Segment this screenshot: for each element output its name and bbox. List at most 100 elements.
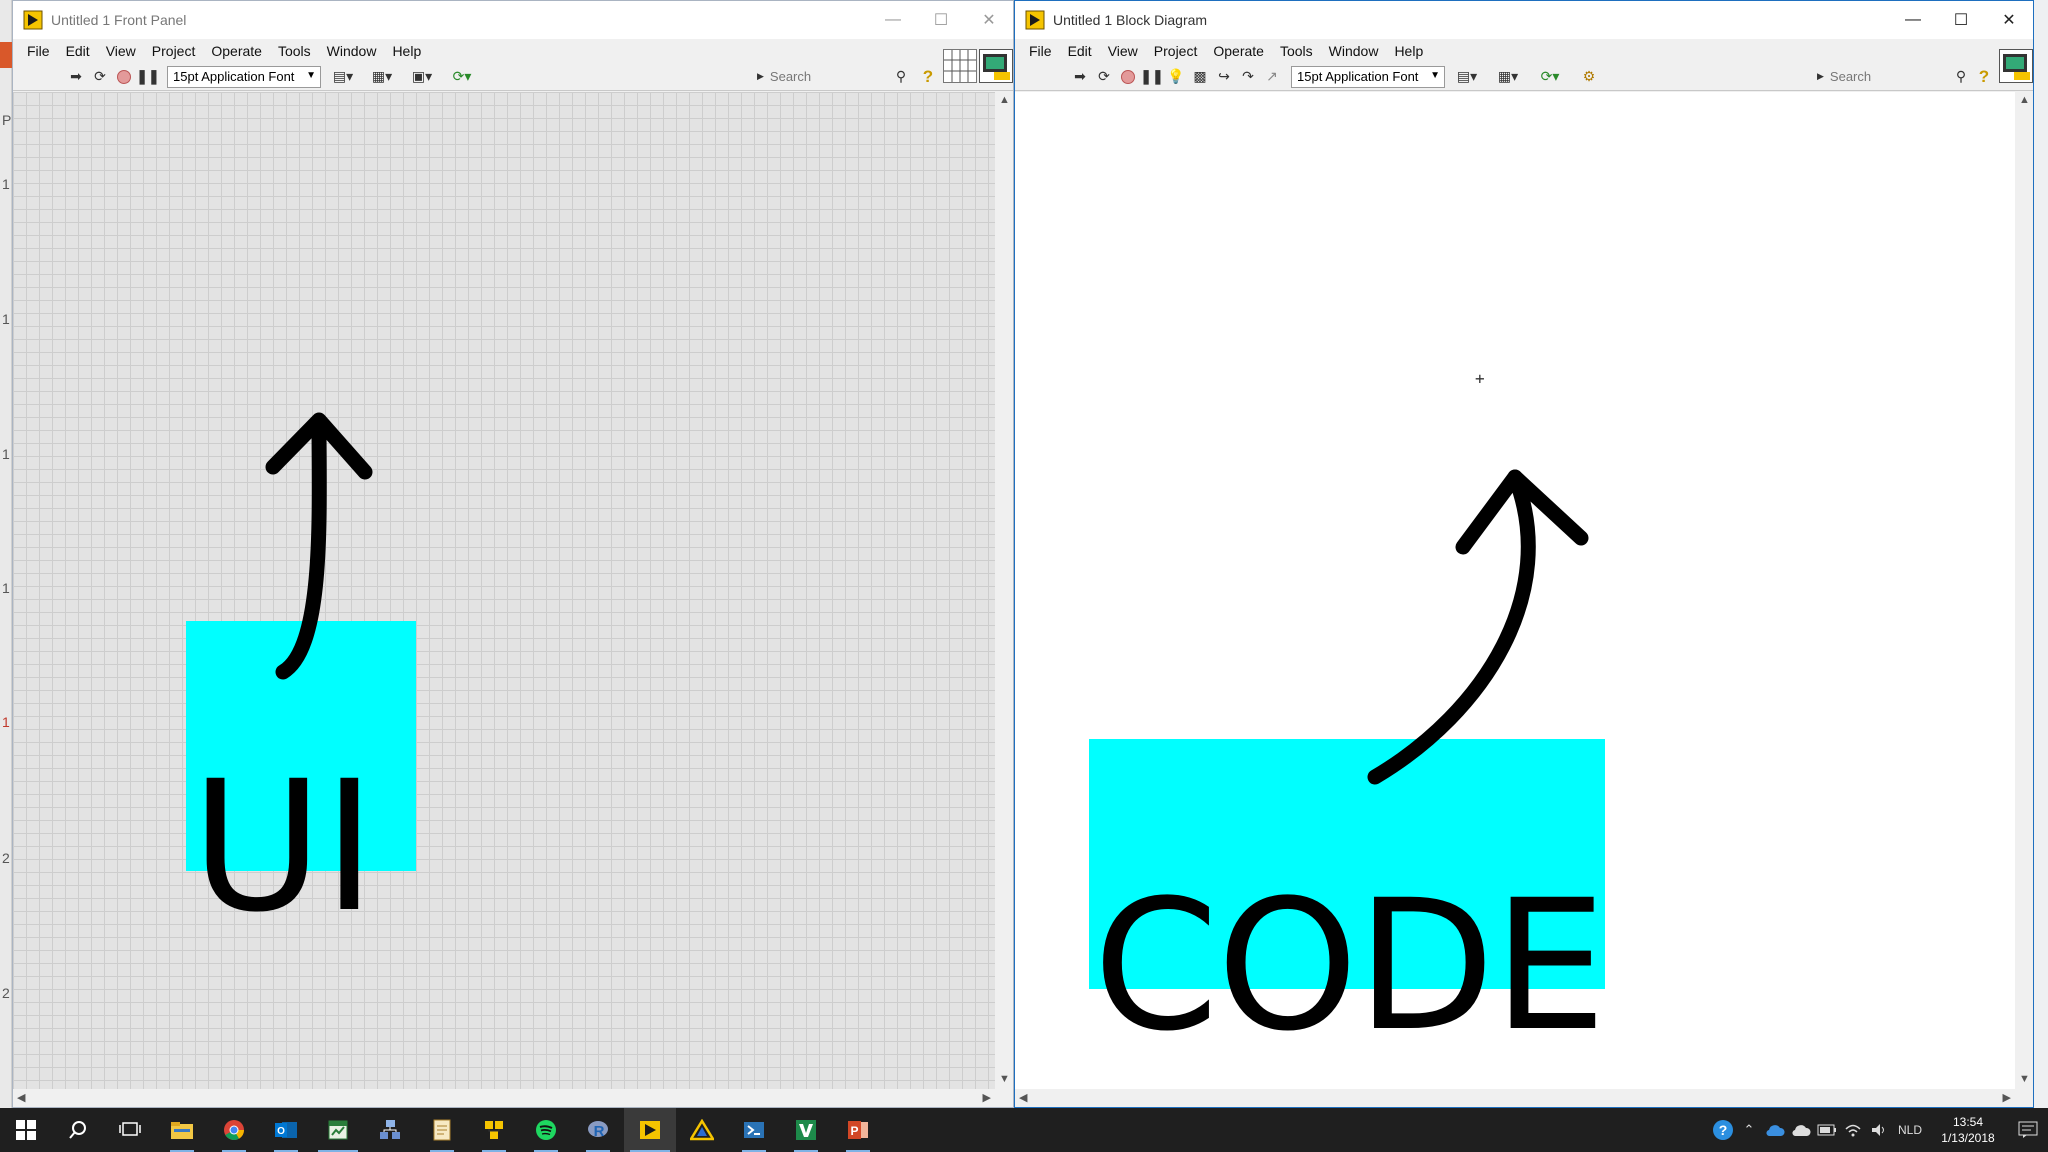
- clock[interactable]: 13:54 1/13/2018: [1928, 1114, 2008, 1146]
- scroll-up-icon[interactable]: ▲: [999, 94, 1010, 106]
- search-field[interactable]: ▶ Search ⚲: [1817, 66, 1966, 88]
- menu-file[interactable]: File: [1021, 43, 1060, 59]
- search-icon[interactable]: ⚲: [1956, 68, 1966, 85]
- run-arrow-icon[interactable]: ➡: [1069, 66, 1091, 88]
- notepad-icon[interactable]: [416, 1108, 468, 1152]
- onedrive-icon[interactable]: [1788, 1108, 1814, 1152]
- run-arrow-icon[interactable]: ➡: [65, 66, 87, 88]
- yellow-app-icon[interactable]: [468, 1108, 520, 1152]
- run-continuously-icon[interactable]: ⟳: [89, 66, 111, 88]
- menu-operate[interactable]: Operate: [1205, 43, 1272, 59]
- distribute-objects-icon[interactable]: ▦▾: [1491, 66, 1525, 88]
- pause-icon[interactable]: ❚❚: [1140, 66, 1163, 88]
- scroll-right-icon[interactable]: ▶: [983, 1091, 991, 1104]
- horizontal-scrollbar[interactable]: ◀ ▶: [1015, 1089, 2015, 1107]
- step-out-icon[interactable]: ↗: [1261, 66, 1283, 88]
- front-panel-window[interactable]: Untitled 1 Front Panel — ☐ ✕ File Edit V…: [12, 0, 1014, 1108]
- task-view-icon[interactable]: [104, 1108, 156, 1152]
- reorder-icon[interactable]: ⟳▾: [1533, 66, 1567, 88]
- block-diagram-window[interactable]: Untitled 1 Block Diagram — ☐ ✕ File Edit…: [1014, 0, 2034, 1108]
- menu-view[interactable]: View: [98, 43, 144, 59]
- menu-window[interactable]: Window: [1321, 43, 1387, 59]
- horizontal-scrollbar[interactable]: ◀ ▶: [13, 1089, 995, 1107]
- menu-help[interactable]: Help: [1386, 43, 1431, 59]
- clean-up-diagram-icon[interactable]: ⚙: [1575, 66, 1603, 88]
- warning-icon[interactable]: [676, 1108, 728, 1152]
- reorder-icon[interactable]: ⟳▾: [445, 66, 479, 88]
- green-app-icon[interactable]: [780, 1108, 832, 1152]
- menu-window[interactable]: Window: [319, 43, 385, 59]
- context-help-icon[interactable]: ?: [917, 66, 939, 88]
- minimize-button[interactable]: —: [869, 1, 917, 39]
- cloud-icon[interactable]: [1762, 1108, 1788, 1152]
- run-continuously-icon[interactable]: ⟳: [1093, 66, 1115, 88]
- search-field[interactable]: ▶ Search ⚲: [757, 66, 906, 88]
- abort-icon[interactable]: [1117, 66, 1139, 88]
- menu-operate[interactable]: Operate: [203, 43, 270, 59]
- front-panel-canvas[interactable]: UI: [13, 92, 995, 1089]
- step-into-icon[interactable]: ↪: [1213, 66, 1235, 88]
- resize-objects-icon[interactable]: ▣▾: [405, 66, 439, 88]
- vi-icon[interactable]: [1999, 49, 2033, 83]
- maximize-button[interactable]: ☐: [1937, 1, 1985, 39]
- scroll-right-icon[interactable]: ▶: [2003, 1091, 2011, 1104]
- powerpoint-icon[interactable]: P: [832, 1108, 884, 1152]
- close-button[interactable]: ✕: [965, 1, 1013, 39]
- align-objects-icon[interactable]: ▤▾: [327, 66, 359, 88]
- font-select[interactable]: 15pt Application Font ▼: [167, 65, 321, 88]
- vi-icon[interactable]: [979, 49, 1013, 83]
- minimize-button[interactable]: —: [1889, 1, 1937, 39]
- labview-icon[interactable]: [624, 1108, 676, 1152]
- search-icon[interactable]: ⚲: [896, 68, 906, 85]
- network-icon[interactable]: [364, 1108, 416, 1152]
- scroll-left-icon[interactable]: ◀: [1019, 1091, 1027, 1104]
- windows-start-icon[interactable]: [0, 1108, 52, 1152]
- menu-tools[interactable]: Tools: [1272, 43, 1321, 59]
- connector-pane-icon[interactable]: [943, 49, 977, 83]
- menu-file[interactable]: File: [19, 43, 58, 59]
- help-tray-icon[interactable]: ?: [1710, 1108, 1736, 1152]
- battery-icon[interactable]: [1814, 1108, 1840, 1152]
- context-help-icon[interactable]: ?: [1973, 66, 1995, 88]
- scroll-left-icon[interactable]: ◀: [17, 1091, 25, 1104]
- menu-edit[interactable]: Edit: [58, 43, 98, 59]
- wifi-icon[interactable]: [1840, 1108, 1866, 1152]
- vertical-scrollbar[interactable]: ▲ ▼: [995, 92, 1013, 1089]
- menu-help[interactable]: Help: [384, 43, 429, 59]
- scroll-up-icon[interactable]: ▲: [2019, 94, 2030, 106]
- powershell-icon[interactable]: [728, 1108, 780, 1152]
- r-icon[interactable]: R: [572, 1108, 624, 1152]
- scroll-down-icon[interactable]: ▼: [999, 1073, 1010, 1085]
- menu-tools[interactable]: Tools: [270, 43, 319, 59]
- highlight-execution-icon[interactable]: 💡: [1165, 66, 1187, 88]
- chevron-up-icon[interactable]: ⌃: [1736, 1108, 1762, 1152]
- language-indicator[interactable]: NLD: [1892, 1108, 1928, 1152]
- spotify-icon[interactable]: [520, 1108, 572, 1152]
- scroll-down-icon[interactable]: ▼: [2019, 1073, 2030, 1085]
- excel-green-icon[interactable]: [312, 1108, 364, 1152]
- file-explorer-icon[interactable]: [156, 1108, 208, 1152]
- block-diagram-titlebar[interactable]: Untitled 1 Block Diagram — ☐ ✕: [1015, 1, 2033, 39]
- vertical-scrollbar[interactable]: ▲ ▼: [2015, 92, 2033, 1089]
- menu-view[interactable]: View: [1100, 43, 1146, 59]
- menu-project[interactable]: Project: [1146, 43, 1206, 59]
- front-panel-titlebar[interactable]: Untitled 1 Front Panel — ☐ ✕: [13, 1, 1013, 39]
- step-over-icon[interactable]: ↷: [1237, 66, 1259, 88]
- search-icon[interactable]: [52, 1108, 104, 1152]
- close-button[interactable]: ✕: [1985, 1, 2033, 39]
- distribute-objects-icon[interactable]: ▦▾: [365, 66, 399, 88]
- maximize-button[interactable]: ☐: [917, 1, 965, 39]
- align-objects-icon[interactable]: ▤▾: [1451, 66, 1483, 88]
- outlook-icon[interactable]: O: [260, 1108, 312, 1152]
- notification-center-icon[interactable]: [2008, 1108, 2048, 1152]
- pause-icon[interactable]: ❚❚: [136, 66, 159, 88]
- menu-project[interactable]: Project: [144, 43, 204, 59]
- block-diagram-menubar: File Edit View Project Operate Tools Win…: [1015, 39, 2033, 63]
- abort-icon[interactable]: [113, 66, 135, 88]
- volume-icon[interactable]: [1866, 1108, 1892, 1152]
- chrome-icon[interactable]: [208, 1108, 260, 1152]
- font-select[interactable]: 15pt Application Font ▼: [1291, 65, 1445, 88]
- retain-wire-values-icon[interactable]: ▩: [1189, 66, 1211, 88]
- menu-edit[interactable]: Edit: [1060, 43, 1100, 59]
- block-diagram-canvas[interactable]: + CODE: [1015, 92, 2015, 1089]
